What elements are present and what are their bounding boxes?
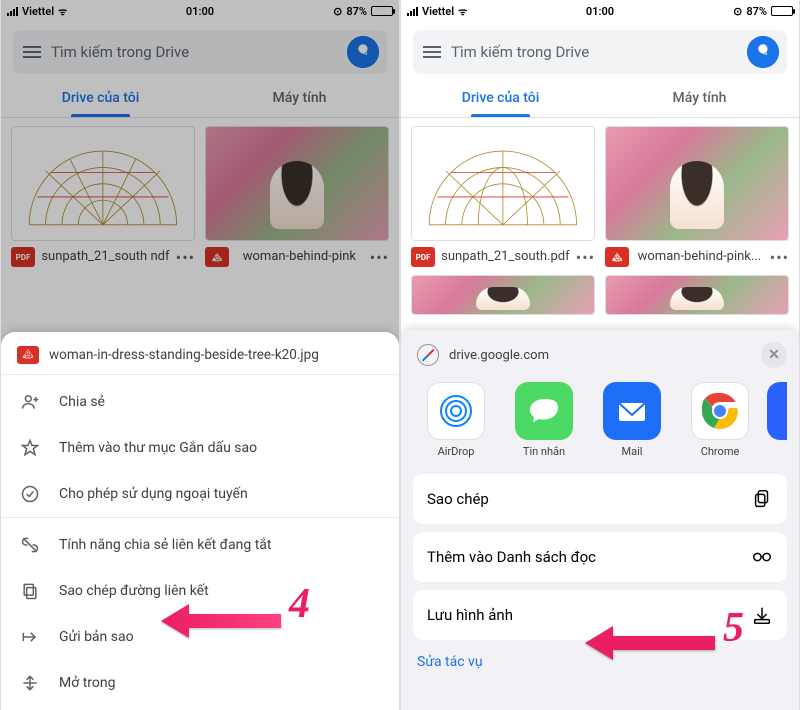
share-action-reading-list[interactable]: Thêm vào Danh sách đọc (413, 532, 787, 582)
wifi-icon: ᯤ (58, 4, 67, 18)
glasses-icon (751, 546, 773, 568)
file-thumbnail (205, 126, 389, 241)
download-icon (751, 604, 773, 626)
share-app-airdrop[interactable]: AirDrop (415, 382, 497, 458)
more-icon[interactable]: ••• (176, 248, 195, 267)
file-thumbnail (11, 126, 195, 241)
status-bar: Viettel ᯤ 01:00 ⊙ 87% (1, 0, 399, 22)
app-icon (767, 382, 787, 440)
annotation-arrow-4: 4 (161, 596, 291, 650)
pdf-icon: PDF (411, 247, 435, 267)
action-add-star[interactable]: Thêm vào thư mục Gắn dấu sao (1, 425, 399, 471)
more-icon[interactable]: ••• (576, 248, 595, 267)
image-icon: 🏔 (205, 247, 229, 267)
mail-icon (603, 382, 661, 440)
file-thumbnail (411, 126, 595, 241)
file-thumbnail (605, 275, 789, 315)
alarm-icon: ⊙ (733, 5, 742, 18)
file-name: woman-behind-pink... (635, 249, 764, 265)
status-bar: Viettel ᯤ 01:00 ⊙ 87% (401, 0, 799, 22)
person-add-icon (19, 392, 41, 412)
more-icon[interactable]: ••• (770, 248, 789, 267)
clock: 01:00 (586, 5, 614, 18)
messages-icon (515, 382, 573, 440)
pdf-icon: PDF (11, 247, 35, 267)
tab-computers[interactable]: Máy tính (200, 78, 399, 117)
file-name: sunpath_21_south ndf (41, 249, 170, 265)
open-in-icon (19, 673, 41, 693)
offline-icon (19, 484, 41, 504)
search-bar[interactable]: Tìm kiếm trong Drive ✎ (413, 30, 787, 74)
action-offline[interactable]: Cho phép sử dụng ngoại tuyến (1, 471, 399, 517)
signal-icon (7, 7, 18, 16)
drive-tabs: Drive của tôi Máy tính (1, 78, 399, 118)
file-grid: PDF sunpath_21_south ndf ••• 🏔 woman-beh… (1, 118, 399, 275)
battery-pct: 87% (346, 5, 367, 18)
share-app-mail[interactable]: Mail (591, 382, 673, 458)
more-icon[interactable]: ••• (370, 248, 389, 267)
file-name: woman-behind-pink (235, 249, 364, 265)
airdrop-icon (427, 382, 485, 440)
share-app-messages[interactable]: Tin nhắn (503, 382, 585, 458)
file-card[interactable]: PDF sunpath_21_south ndf ••• (11, 126, 195, 267)
safari-icon (417, 344, 439, 366)
share-app-row[interactable]: AirDrop Tin nhắn Mail (413, 382, 787, 458)
send-icon (19, 627, 41, 647)
image-icon: 🏔 (605, 247, 629, 267)
drive-tabs: Drive của tôi Máy tính (401, 78, 799, 118)
file-grid: PDF sunpath_21_south.pdf ••• 🏔 woman-beh… (401, 118, 799, 275)
menu-icon[interactable] (23, 46, 41, 58)
copy-icon (19, 581, 41, 601)
sheet-title: woman-in-dress-standing-beside-tree-k20.… (49, 347, 319, 363)
menu-icon[interactable] (423, 46, 441, 58)
search-placeholder: Tìm kiếm trong Drive (51, 43, 337, 61)
wifi-icon: ᯤ (458, 4, 467, 18)
file-card[interactable]: 🏔 woman-behind-pink ••• (205, 126, 389, 267)
tab-computers[interactable]: Máy tính (600, 78, 799, 117)
account-avatar[interactable]: ✎ (747, 36, 779, 68)
image-icon: 🏔 (17, 346, 39, 364)
battery-icon (371, 6, 393, 16)
annotation-arrow-5: 5 (585, 618, 725, 672)
file-card[interactable]: PDF sunpath_21_south.pdf ••• (411, 126, 595, 267)
star-icon (19, 438, 41, 458)
chrome-icon (691, 382, 749, 440)
file-thumbnail (605, 126, 789, 241)
share-source-domain: drive.google.com (449, 348, 751, 363)
file-grid-row2 (401, 275, 799, 323)
file-actions-sheet: 🏔 woman-in-dress-standing-beside-tree-k2… (1, 332, 399, 710)
alarm-icon: ⊙ (333, 5, 342, 18)
action-link-sharing-off[interactable]: Tính năng chia sẻ liên kết đang tắt (1, 522, 399, 568)
carrier-label: Viettel (22, 5, 54, 18)
signal-icon (407, 7, 418, 16)
copy-files-icon (751, 488, 773, 510)
account-avatar[interactable]: ✎ (347, 36, 379, 68)
battery-icon (771, 6, 793, 16)
close-button[interactable]: ✕ (761, 342, 787, 368)
carrier-label: Viettel (422, 5, 454, 18)
share-app-chrome[interactable]: Chrome (679, 382, 761, 458)
tab-my-drive[interactable]: Drive của tôi (401, 78, 600, 117)
link-off-icon (19, 535, 41, 555)
search-bar[interactable]: Tìm kiếm trong Drive ✎ (13, 30, 387, 74)
tab-my-drive[interactable]: Drive của tôi (1, 78, 200, 117)
battery-pct: 87% (746, 5, 767, 18)
file-card[interactable]: 🏔 woman-behind-pink... ••• (605, 126, 789, 267)
share-app-more[interactable] (767, 382, 787, 458)
search-placeholder: Tìm kiếm trong Drive (451, 43, 737, 61)
action-open-in[interactable]: Mở trong (1, 660, 399, 706)
clock: 01:00 (186, 5, 214, 18)
file-thumbnail (411, 275, 595, 315)
action-share[interactable]: Chia sẻ (1, 379, 399, 425)
share-action-copy[interactable]: Sao chép (413, 474, 787, 524)
file-name: sunpath_21_south.pdf (441, 249, 570, 265)
